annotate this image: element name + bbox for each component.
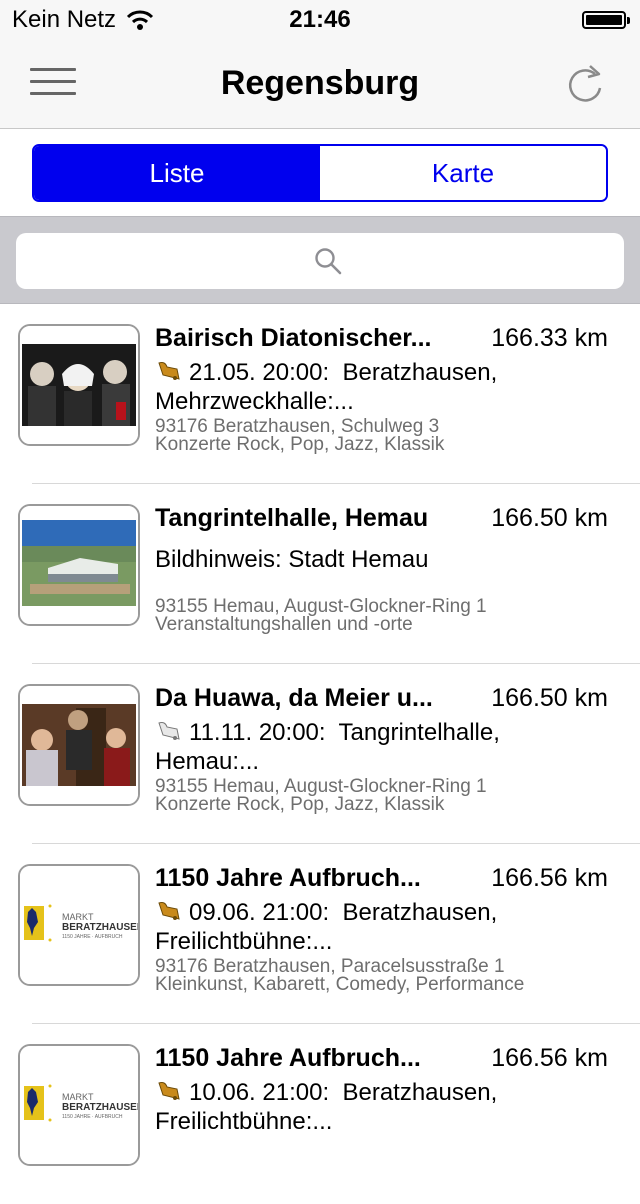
navigation-bar: Regensburg	[0, 40, 640, 129]
bell-icon	[158, 722, 180, 740]
item-category: Konzerte Rock, Pop, Jazz, Klassik	[155, 434, 445, 455]
item-title: Bairisch Diatonischer...	[155, 324, 432, 352]
status-time: 21:46	[289, 6, 351, 33]
event-thumbnail	[18, 684, 140, 806]
list-item[interactable]: Da Huawa, da Meier u... 166.50 km 11.11.…	[0, 664, 640, 844]
logo-text-2: BERATZHAUSEN	[62, 922, 138, 933]
event-logo-thumbnail: MARKT BERATZHAUSEN 1150 JAHRE · AUFBRUCH	[18, 1044, 140, 1166]
item-distance: 166.50 km	[491, 504, 608, 532]
item-category: Konzerte Rock, Pop, Jazz, Klassik	[155, 794, 445, 815]
item-category: Kleinkunst, Kabarett, Comedy, Performanc…	[155, 974, 525, 995]
item-date: 11.11. 20:00:	[189, 719, 326, 746]
item-title: Da Huawa, da Meier u...	[155, 684, 433, 712]
item-distance: 166.56 km	[491, 1044, 608, 1072]
segment-list[interactable]: Liste	[34, 146, 320, 200]
event-logo-thumbnail: MARKT BERATZHAUSEN 1150 JAHRE · AUFBRUCH	[18, 864, 140, 986]
search-field-container	[16, 233, 628, 291]
view-switcher: Liste Karte	[0, 129, 640, 215]
item-date: 21.05. 20:00:	[189, 359, 330, 386]
bell-icon	[158, 362, 180, 380]
segmented-control: Liste Karte	[32, 144, 608, 202]
item-distance: 166.50 km	[491, 684, 608, 712]
item-title: Tangrintelhalle, Hemau	[155, 504, 429, 532]
refresh-icon[interactable]	[566, 60, 606, 106]
list-item[interactable]: Tangrintelhalle, Hemau 166.50 km Bildhin…	[0, 484, 640, 664]
item-date: 09.06. 21:00:	[189, 899, 330, 926]
logo-text-2: BERATZHAUSEN	[62, 1102, 138, 1113]
item-date: 10.06. 21:00:	[189, 1079, 330, 1106]
item-distance: 166.33 km	[491, 324, 608, 352]
list-item[interactable]: Bairisch Diatonischer... 166.33 km 21.05…	[0, 304, 640, 484]
logo-text-3: 1150 JAHRE · AUFBRUCH	[62, 934, 123, 940]
segment-map[interactable]: Karte	[320, 146, 606, 200]
item-distance: 166.56 km	[491, 864, 608, 892]
list-item[interactable]: MARKT BERATZHAUSEN 1150 JAHRE · AUFBRUCH…	[0, 1024, 640, 1204]
venue-thumbnail	[18, 504, 140, 626]
search-bar	[0, 216, 640, 304]
event-thumbnail	[18, 324, 140, 446]
item-description: Bildhinweis: Stadt Hemau	[155, 546, 429, 573]
list-item[interactable]: MARKT BERATZHAUSEN 1150 JAHRE · AUFBRUCH…	[0, 844, 640, 1024]
item-title: 1150 Jahre Aufbruch...	[155, 864, 421, 892]
item-category: Veranstaltungshallen und -orte	[155, 614, 413, 635]
event-list: Bairisch Diatonischer... 166.33 km 21.05…	[0, 304, 640, 1204]
page-title: Regensburg	[220, 64, 420, 102]
search-icon	[315, 248, 342, 275]
status-bar: Kein Netz 21:46	[0, 0, 640, 40]
item-title: 1150 Jahre Aufbruch...	[155, 1044, 421, 1072]
bell-icon	[158, 1082, 180, 1100]
logo-text-1: MARKT	[62, 1092, 94, 1102]
bell-icon	[158, 902, 180, 920]
battery-icon	[582, 11, 630, 29]
logo-text-1: MARKT	[62, 912, 94, 922]
logo-text-3: 1150 JAHRE · AUFBRUCH	[62, 1114, 123, 1120]
